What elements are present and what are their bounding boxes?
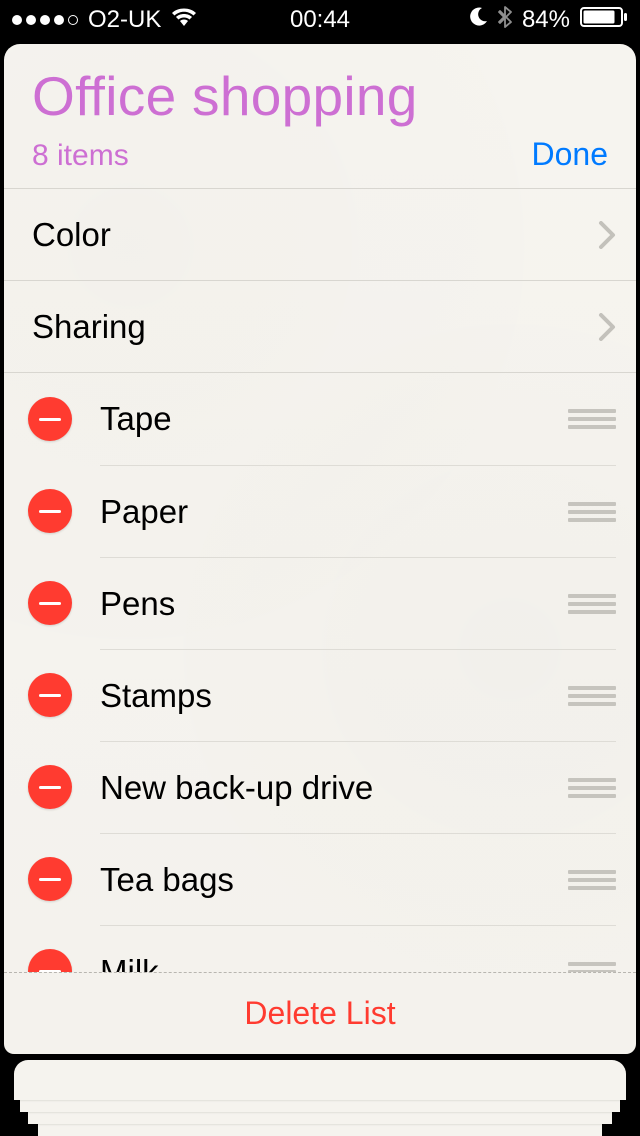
footer: Delete List (4, 972, 636, 1054)
wifi-icon (171, 6, 197, 34)
delete-item-button[interactable] (28, 489, 72, 533)
battery-percentage: 84% (522, 6, 570, 34)
reminders-list[interactable]: Tape Paper Pens Stamps (4, 373, 636, 972)
delete-item-button[interactable] (28, 857, 72, 901)
done-button[interactable]: Done (532, 136, 609, 173)
battery-icon (580, 6, 628, 34)
reorder-handle-icon[interactable] (568, 870, 616, 890)
list-item[interactable]: Tape (4, 373, 636, 465)
color-label: Color (32, 216, 598, 254)
item-label[interactable]: New back-up drive (100, 769, 554, 807)
reorder-handle-icon[interactable] (568, 409, 616, 429)
list-item[interactable]: New back-up drive (4, 741, 636, 833)
item-count: 8 items (32, 139, 129, 173)
list-editor-card: Office shopping 8 items Done Color Shari… (4, 44, 636, 1054)
item-label[interactable]: Tape (100, 400, 554, 438)
delete-item-button[interactable] (28, 673, 72, 717)
chevron-right-icon (598, 313, 616, 341)
sharing-label: Sharing (32, 308, 598, 346)
delete-item-button[interactable] (28, 765, 72, 809)
carrier-label: O2-UK (88, 6, 161, 34)
item-label[interactable]: Paper (100, 493, 554, 531)
settings-section: Color Sharing (4, 188, 636, 373)
clock: 00:44 (290, 6, 350, 34)
reorder-handle-icon[interactable] (568, 502, 616, 522)
item-label[interactable]: Stamps (100, 677, 554, 715)
chevron-right-icon (598, 221, 616, 249)
reorder-handle-icon[interactable] (568, 594, 616, 614)
list-item[interactable]: Paper (4, 465, 636, 557)
list-item[interactable]: Tea bags (4, 833, 636, 925)
list-title[interactable]: Office shopping (32, 64, 608, 128)
list-item[interactable]: Pens (4, 557, 636, 649)
signal-strength-icon (12, 15, 78, 25)
item-label[interactable]: Pens (100, 585, 554, 623)
list-item[interactable]: Milk (4, 925, 636, 972)
delete-item-button[interactable] (28, 949, 72, 972)
delete-item-button[interactable] (28, 397, 72, 441)
reorder-handle-icon[interactable] (568, 962, 616, 973)
delete-list-button[interactable]: Delete List (244, 995, 395, 1032)
list-item[interactable]: Stamps (4, 649, 636, 741)
status-bar: O2-UK 00:44 84% (0, 0, 640, 40)
card-stack-icon[interactable] (14, 1082, 626, 1136)
reorder-handle-icon[interactable] (568, 686, 616, 706)
reorder-handle-icon[interactable] (568, 778, 616, 798)
sharing-row[interactable]: Sharing (4, 281, 636, 373)
moon-icon (468, 6, 488, 34)
header: Office shopping 8 items Done (4, 44, 636, 188)
item-label[interactable]: Milk (100, 953, 554, 973)
color-row[interactable]: Color (4, 189, 636, 281)
bluetooth-icon (498, 6, 512, 35)
delete-item-button[interactable] (28, 581, 72, 625)
item-label[interactable]: Tea bags (100, 861, 554, 899)
